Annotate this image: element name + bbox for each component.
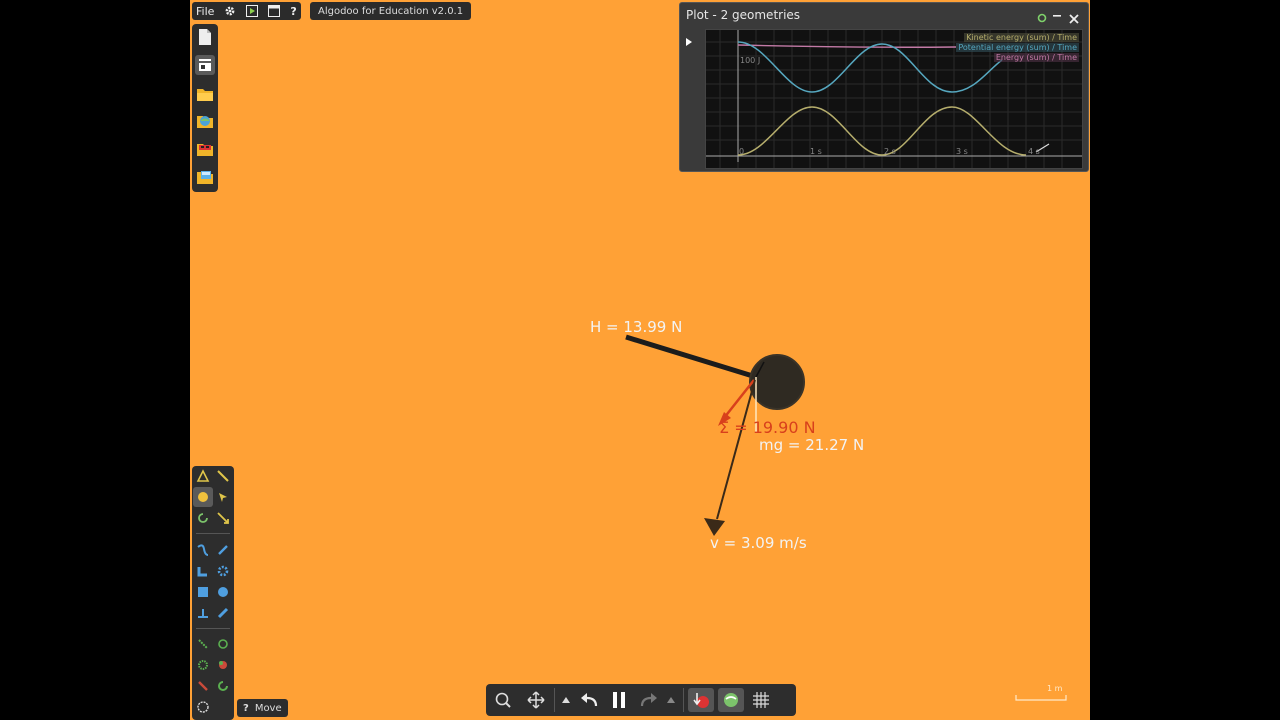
pause-icon[interactable] xyxy=(606,688,632,712)
thruster-tool-icon[interactable] xyxy=(193,676,213,696)
fixate-tool-icon[interactable] xyxy=(193,634,213,654)
brush-tool-icon[interactable] xyxy=(213,466,233,486)
drag-tool-icon[interactable] xyxy=(213,487,233,507)
redo-icon[interactable] xyxy=(636,688,662,712)
undo-menu-icon[interactable] xyxy=(559,688,573,712)
gravity-toggle-icon[interactable] xyxy=(688,688,714,712)
laser-tool-icon[interactable] xyxy=(213,655,233,675)
gravity-force-label: mg = 21.27 N xyxy=(759,436,865,454)
spring-tool-icon[interactable] xyxy=(213,603,233,623)
gear-tool-icon[interactable] xyxy=(213,561,233,581)
air-friction-toggle-icon[interactable] xyxy=(718,688,744,712)
pendulum-rod xyxy=(625,334,757,380)
tracer-tool-icon[interactable] xyxy=(213,676,233,696)
plane-tool-icon[interactable] xyxy=(193,603,213,623)
net-force-label: Σ = 19.90 N xyxy=(719,418,816,437)
grid-toggle-icon[interactable] xyxy=(748,688,774,712)
simulation-controls xyxy=(486,684,796,716)
tension-force-label: H = 13.99 N xyxy=(590,318,683,336)
scale-tool-icon[interactable] xyxy=(213,508,233,528)
simulation-canvas[interactable]: File ? Algodoo for Education v2.0.1 Plot… xyxy=(190,0,1090,720)
scale-label: 1 m xyxy=(1047,684,1063,693)
circle-tool-icon[interactable] xyxy=(213,582,233,602)
current-tool-name: Move xyxy=(254,702,282,714)
zoom-icon[interactable] xyxy=(490,688,516,712)
sketch-tool-icon[interactable] xyxy=(193,466,213,486)
pendulum-bob xyxy=(749,354,805,410)
spiral-tool-icon[interactable] xyxy=(193,697,213,717)
tool-hint: ? Move xyxy=(237,699,288,717)
tool-help-icon[interactable]: ? xyxy=(243,703,249,714)
hinge-tool-icon[interactable] xyxy=(213,634,233,654)
box-tool-icon[interactable] xyxy=(193,582,213,602)
pan-icon[interactable] xyxy=(523,688,549,712)
move-tool-icon[interactable] xyxy=(193,487,213,507)
tools-toolbar xyxy=(192,466,234,720)
scale-bar xyxy=(1015,695,1067,701)
undo-icon[interactable] xyxy=(576,688,602,712)
axle-tool-icon[interactable] xyxy=(193,655,213,675)
redo-menu-icon[interactable] xyxy=(664,688,678,712)
pendulum-scene xyxy=(625,334,1067,701)
velocity-label: v = 3.09 m/s xyxy=(710,534,807,552)
knife-tool-icon[interactable] xyxy=(213,540,233,560)
rotate-tool-icon[interactable] xyxy=(193,508,213,528)
rope-tool-icon[interactable] xyxy=(193,540,213,560)
chain-tool-icon[interactable] xyxy=(193,561,213,581)
